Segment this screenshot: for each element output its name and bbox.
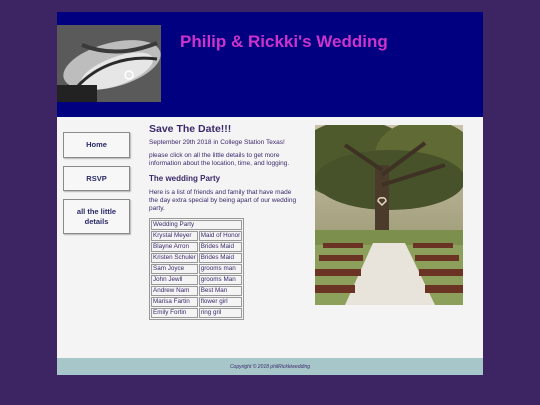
member-role: grooms man xyxy=(198,264,243,274)
venue-photo xyxy=(315,125,463,305)
table-row: Sam Joyce grooms man xyxy=(151,264,243,274)
member-name: Andrew Nam xyxy=(151,286,198,296)
footer: Copyright © 2018 philRickkiwedding xyxy=(57,358,483,375)
member-role: grooms Man xyxy=(198,275,243,285)
member-role: Brides Maid xyxy=(198,253,243,263)
table-row: Blayne Arron Brides Maid xyxy=(151,242,243,252)
site-title: Philip & Rickki's Wedding xyxy=(180,32,388,51)
nav-rsvp-button[interactable]: RSVP xyxy=(63,166,130,191)
member-name: Blayne Arron xyxy=(151,242,198,252)
member-role: flower girl xyxy=(198,297,243,307)
table-caption-row: Wedding Party xyxy=(151,220,243,230)
table-row: Marisa Fartin flower girl xyxy=(151,297,243,307)
table-row: Krystal Meyer Maid of Honor xyxy=(151,231,243,241)
member-name: John Jewll xyxy=(151,275,198,285)
main-content: Save The Date!!! September 29th 2018 in … xyxy=(149,123,299,320)
couple-hands-photo xyxy=(57,25,161,102)
details-text: please click on all the little details t… xyxy=(149,152,290,167)
member-name: Emily Fortin xyxy=(151,308,198,318)
date-text: September 29th 2018 in College Station T… xyxy=(149,139,285,146)
nav-home-button[interactable]: Home xyxy=(63,132,130,158)
member-role: Best Man xyxy=(198,286,243,296)
header-banner: Philip & Rickki's Wedding xyxy=(57,12,483,117)
page-container: Philip & Rickki's Wedding Home RSVP all … xyxy=(57,12,483,375)
table-row: John Jewll grooms Man xyxy=(151,275,243,285)
member-role: ring gril xyxy=(198,308,243,318)
member-role: Maid of Honor xyxy=(198,231,243,241)
save-the-date-heading: Save The Date!!! xyxy=(149,123,232,135)
member-name: Krystal Meyer xyxy=(151,231,198,241)
nav-details-button[interactable]: all the little details xyxy=(63,199,130,234)
wedding-party-heading: The wedding Party xyxy=(149,174,221,183)
member-role: Brides Maid xyxy=(198,242,243,252)
table-caption: Wedding Party xyxy=(151,220,243,230)
member-name: Kristen Schuler xyxy=(151,253,198,263)
table-row: Emily Fortin ring gril xyxy=(151,308,243,318)
table-row: Andrew Nam Best Man xyxy=(151,286,243,296)
member-name: Marisa Fartin xyxy=(151,297,198,307)
table-row: Kristen Schuler Brides Maid xyxy=(151,253,243,263)
wedding-party-table: Wedding Party Krystal Meyer Maid of Honor… xyxy=(149,218,245,320)
member-name: Sam Joyce xyxy=(151,264,198,274)
wedding-party-intro: Here is a list of friends and family tha… xyxy=(149,189,297,212)
copyright-text: Copyright © 2018 philRickkiwedding xyxy=(229,363,311,370)
